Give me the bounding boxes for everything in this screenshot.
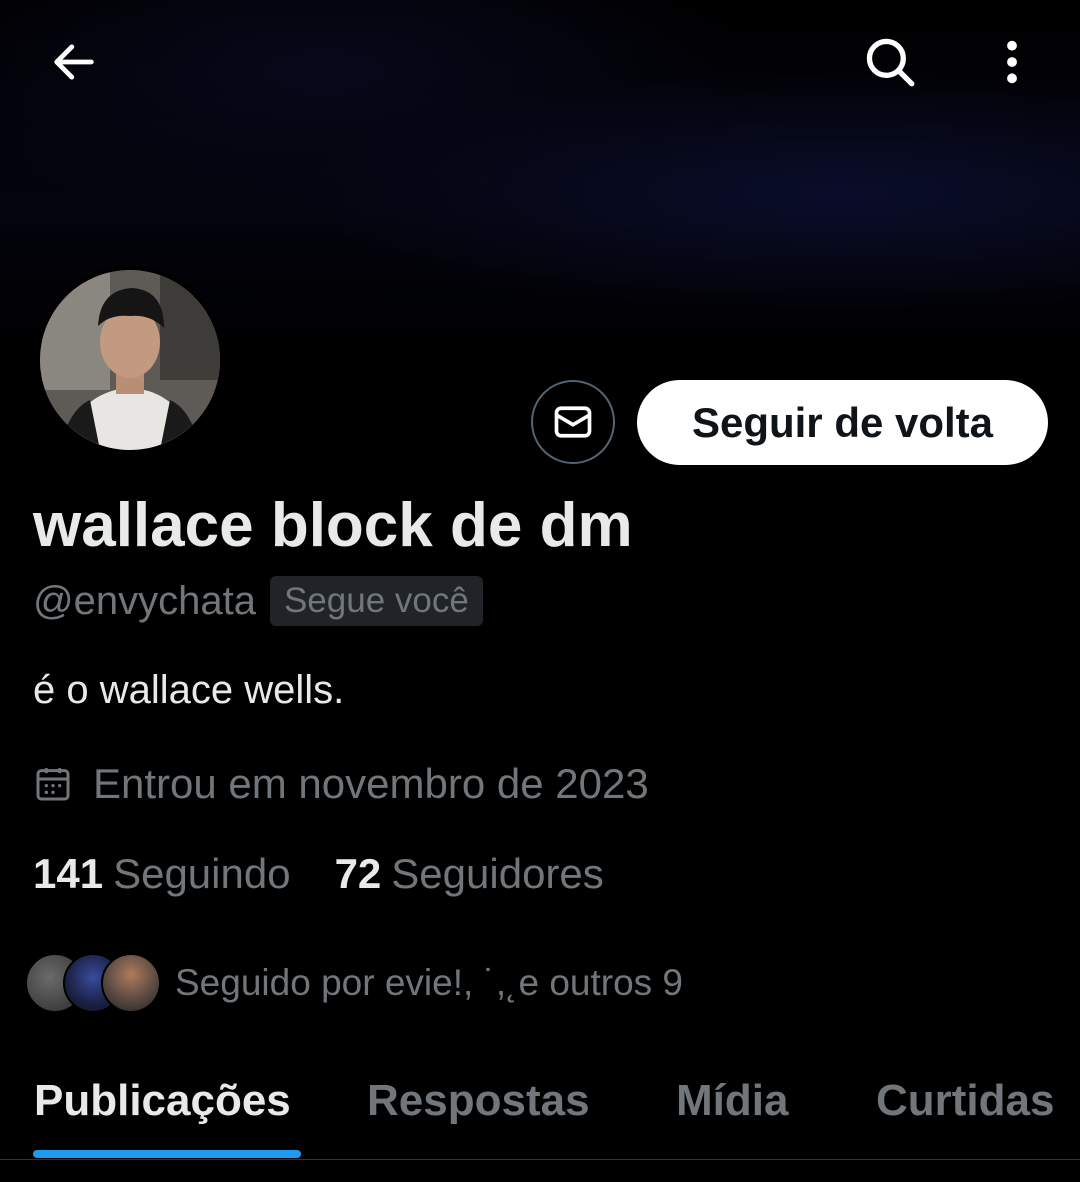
tabs-divider [0, 1159, 1080, 1160]
follow-stats: 141 Seguindo 72 Seguidores [33, 850, 648, 898]
profile-bio: é o wallace wells. [33, 668, 345, 712]
search-icon [866, 38, 915, 87]
following-link[interactable]: 141 Seguindo [33, 850, 291, 898]
tab-respostas[interactable]: Respostas [367, 1076, 590, 1126]
tab-publicacoes[interactable]: Publicações [34, 1076, 291, 1126]
arrow-left-icon [54, 44, 94, 80]
followers-label: Seguidores [391, 850, 604, 897]
more-vertical-icon [1007, 40, 1017, 84]
calendar-icon [33, 763, 75, 805]
following-label: Seguindo [113, 850, 291, 897]
active-tab-indicator [33, 1150, 301, 1158]
avatar-image [40, 270, 220, 450]
back-button[interactable] [42, 30, 106, 94]
tab-curtidas[interactable]: Curtidas [876, 1076, 1054, 1126]
joined-date: Entrou em novembro de 2023 [33, 760, 649, 808]
follows-you-badge: Segue você [269, 576, 483, 626]
followed-by-text: Seguido por evie!, ˙,˛e outros 9 [175, 962, 684, 1003]
handle-row: @envychata Segue você [33, 576, 483, 626]
joined-text: Entrou em novembro de 2023 [93, 760, 649, 807]
profile-handle: @envychata [33, 578, 256, 623]
profile-avatar[interactable] [36, 266, 224, 454]
mail-icon [554, 406, 592, 438]
message-button[interactable] [531, 380, 615, 464]
following-count: 141 [33, 850, 104, 897]
followers-link[interactable]: 72 Seguidores [335, 850, 604, 898]
profile-tabs: Publicações Respostas Mídia Curtidas [0, 1072, 1080, 1160]
tab-midia[interactable]: Mídia [676, 1076, 788, 1126]
followed-by-row[interactable]: Seguido por evie!, ˙,˛e outros 9 [25, 953, 683, 1013]
search-button[interactable] [858, 30, 922, 94]
follow-back-button[interactable]: Seguir de volta [637, 380, 1048, 465]
profile-name: wallace block de dm [33, 491, 633, 560]
follower-avatar [101, 953, 161, 1013]
more-options-button[interactable] [980, 30, 1044, 94]
followers-count: 72 [334, 850, 382, 897]
